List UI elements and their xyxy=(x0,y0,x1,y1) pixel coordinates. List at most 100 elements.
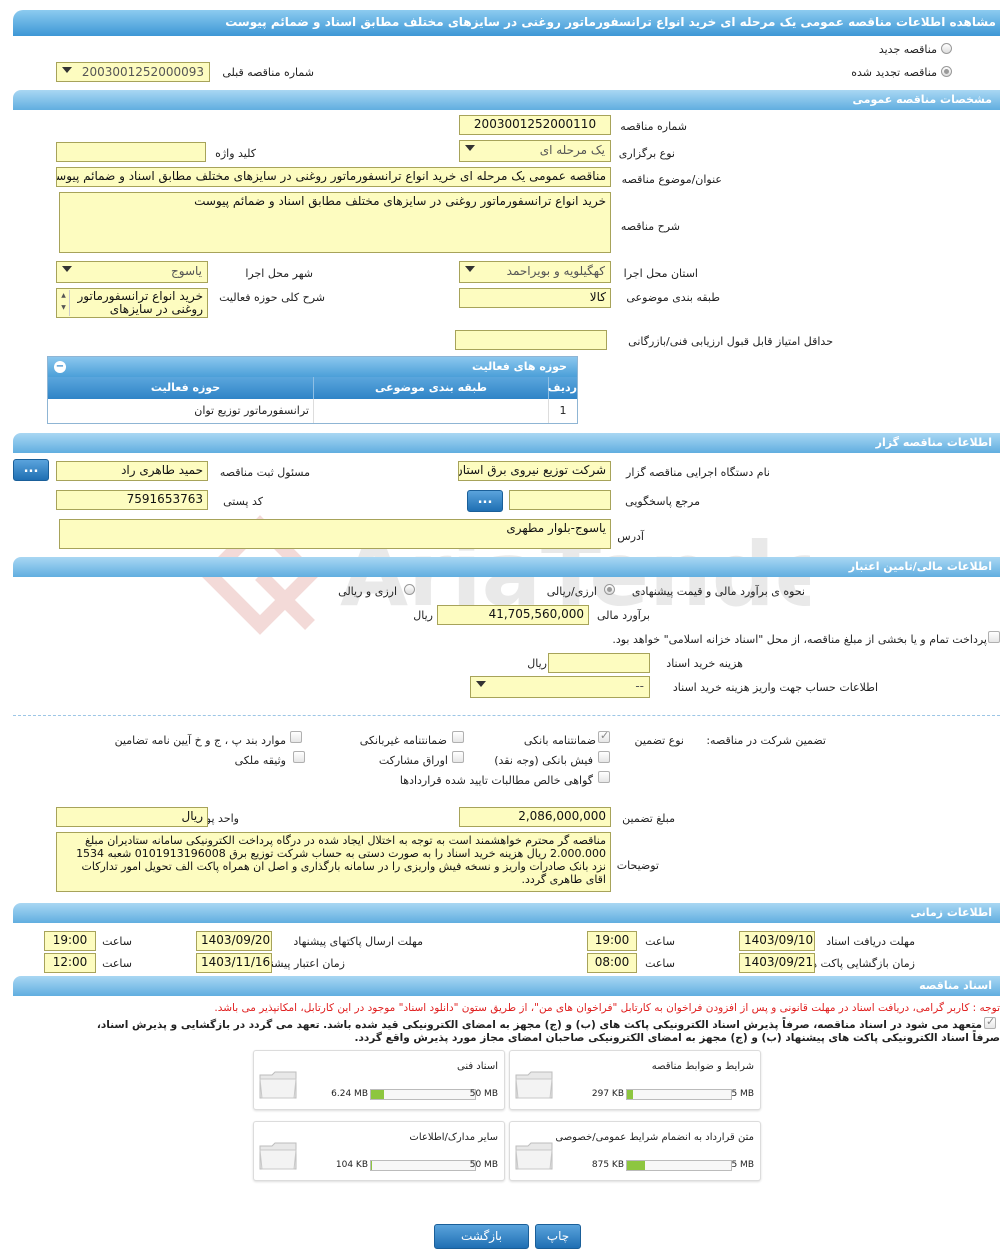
chk-property[interactable] xyxy=(293,751,305,763)
label-new-tender: مناقصه جدید xyxy=(878,43,937,56)
label-holding-type: نوع برگزاری xyxy=(618,147,675,160)
validity-time[interactable]: 12:00 xyxy=(44,953,96,973)
page-title: مشاهده اطلاعات مناقصه عمومی یک مرحله ای … xyxy=(13,10,1000,36)
description-field[interactable]: خرید انواع ترانسفورماتور روغنی در سایزها… xyxy=(59,192,611,253)
commit-checkbox[interactable] xyxy=(984,1015,996,1029)
label-notes: توضیحات xyxy=(616,859,659,872)
label-time-4: ساعت xyxy=(102,957,132,970)
section-timing: اطلاعات زمانی xyxy=(13,903,1000,923)
label-estimate-method: نحوه ی برآورد مالی و قیمت پیشنهادی xyxy=(631,585,805,598)
treasury-checkbox[interactable] xyxy=(988,631,1000,643)
validity-date[interactable]: 1403/11/16 xyxy=(196,953,272,973)
chk-cash[interactable] xyxy=(598,751,610,763)
label-account: اطلاعات حساب جهت واریز هزینه خرید اسناد xyxy=(672,681,878,694)
radio-new-tender[interactable] xyxy=(941,43,952,54)
open-time[interactable]: 08:00 xyxy=(587,953,637,973)
registrar-field[interactable]: حمید طاهری راد xyxy=(56,461,208,481)
collapse-icon[interactable]: − xyxy=(54,361,66,373)
table-row: 1 ترانسفورماتور توزیع توان xyxy=(48,399,577,423)
province-select[interactable]: کهگیلویه و بویراحمد xyxy=(459,261,611,283)
chk-receivables[interactable] xyxy=(598,771,610,783)
print-button[interactable]: چاپ xyxy=(535,1224,581,1249)
activity-grid-header: ردیف طبقه بندی موضوعی حوزه فعالیت xyxy=(48,377,577,399)
label-currency: ریال xyxy=(413,609,433,622)
reference-lookup-button[interactable]: ... xyxy=(467,490,503,512)
radio-rial[interactable] xyxy=(604,584,615,595)
file-size-max: 50 MB xyxy=(469,1089,498,1099)
label-renewed-tender: مناقصه تجدید شده xyxy=(851,66,937,79)
label-tender-number: شماره مناقصه xyxy=(620,120,687,133)
holding-type-select[interactable]: یک مرحله ای xyxy=(459,140,611,162)
label-doc-fee: هزینه خرید اسناد xyxy=(666,657,743,670)
registrar-lookup-button[interactable]: ... xyxy=(13,459,49,481)
open-date[interactable]: 1403/09/21 xyxy=(739,953,815,973)
subject-field[interactable]: مناقصه عمومی یک مرحله ای خرید انواع تران… xyxy=(56,167,611,187)
activity-grid-title: حوزه های فعالیت xyxy=(48,357,577,377)
file-box-technical[interactable]: اسناد فنی 6.24 MB 50 MB xyxy=(253,1050,505,1110)
amount-field[interactable]: 2,086,000,000 xyxy=(459,807,611,827)
section-documents: اسناد مناقصه xyxy=(13,976,1000,996)
scroll-arrows-icon[interactable]: ▲ ▼ xyxy=(58,290,70,316)
label-organizer: نام دستگاه اجرایی مناقصه گزار xyxy=(626,466,770,479)
doc-receive-date[interactable]: 1403/09/10 xyxy=(739,931,815,951)
label-keyword: کلید واژه xyxy=(215,147,256,160)
section-organizer: اطلاعات مناقصه گزار xyxy=(13,433,1000,453)
file-box-conditions[interactable]: شرایط و ضوابط مناقصه 297 KB 5 MB xyxy=(509,1050,761,1110)
label-postal: کد پستی xyxy=(223,495,263,508)
documents-note: توجه : کاربر گرامی، دریافت اسناد در مهلت… xyxy=(214,1002,1000,1014)
radio-renewed-tender[interactable] xyxy=(941,66,952,77)
chevron-down-icon xyxy=(476,681,486,687)
radio-fx-rial[interactable] xyxy=(404,584,415,595)
tender-number-field[interactable]: 2003001252000110 xyxy=(459,115,611,135)
chevron-down-icon xyxy=(62,67,72,73)
file-title: اسناد فنی xyxy=(457,1061,498,1072)
label-scope: شرح کلی حوزه فعالیت xyxy=(219,291,325,304)
cell-category xyxy=(313,399,548,423)
chevron-down-icon xyxy=(62,266,72,272)
label-estimate: برآورد مالی xyxy=(597,609,650,622)
chk-articles[interactable] xyxy=(290,731,302,743)
unit-field[interactable]: ریال xyxy=(56,807,208,827)
min-score-field[interactable] xyxy=(455,330,607,350)
city-select[interactable]: یاسوج xyxy=(56,261,208,283)
chk-bonds[interactable] xyxy=(452,751,464,763)
label-guarantee-type: نوع تضمین xyxy=(634,734,684,747)
section-general: مشخصات مناقصه عمومی xyxy=(13,90,1000,110)
notes-field[interactable]: مناقصه گر محترم خواهشمند است به توجه به … xyxy=(56,832,611,892)
postal-field[interactable]: 7591653763 xyxy=(56,490,208,510)
file-progress-bar xyxy=(370,1160,476,1171)
file-size-max: 50 MB xyxy=(469,1160,498,1170)
label-open: زمان بازگشایی پاکت ها xyxy=(807,957,915,970)
file-progress-fill xyxy=(627,1090,634,1099)
commit-line-2: صرفاً اسناد الکترونیکی پاکت های پیشنهاد … xyxy=(354,1032,1000,1044)
organizer-field[interactable]: شرکت توزیع نیروی برق استان xyxy=(458,461,611,481)
reference-field[interactable] xyxy=(509,490,611,510)
folder-icon xyxy=(259,1142,297,1170)
file-size-used: 875 KB xyxy=(591,1160,624,1170)
file-title: سایر مدارک/اطلاعات xyxy=(409,1132,498,1143)
file-box-other[interactable]: سایر مدارک/اطلاعات 104 KB 50 MB xyxy=(253,1121,505,1181)
scope-field[interactable]: خرید انواع ترانسفورماتور روغنی در سایزها… xyxy=(56,288,208,318)
category-field[interactable]: کالا xyxy=(459,288,611,308)
label-bonds: اوراق مشارکت xyxy=(378,754,448,767)
label-fx-rial: ارزی و ریالی xyxy=(338,585,397,598)
cell-field: ترانسفورماتور توزیع توان xyxy=(194,404,309,417)
file-box-contract[interactable]: متن قرارداد به انضمام شرایط عمومی/خصوصی … xyxy=(509,1121,761,1181)
doc-receive-time[interactable]: 19:00 xyxy=(587,931,637,951)
back-button[interactable]: بازگشت xyxy=(434,1224,529,1249)
label-doc-receive: مهلت دریافت اسناد xyxy=(826,935,915,948)
file-progress-bar xyxy=(626,1160,732,1171)
send-date[interactable]: 1403/09/20 xyxy=(196,931,272,951)
label-amount: مبلغ تضمین xyxy=(622,812,675,825)
keyword-field[interactable] xyxy=(56,142,206,162)
account-select[interactable]: -- xyxy=(470,676,650,698)
label-description: شرح مناقصه xyxy=(620,220,680,233)
doc-fee-field[interactable] xyxy=(548,653,650,673)
address-field[interactable]: یاسوج-بلوار مطهری xyxy=(59,519,611,549)
prev-number-select[interactable]: 2003001252000093 xyxy=(56,62,210,82)
estimate-field[interactable]: 41,705,560,000 xyxy=(437,605,589,625)
col-field: حوزه فعالیت xyxy=(150,381,221,394)
chk-nonbank-guarantee[interactable] xyxy=(452,731,464,743)
send-time[interactable]: 19:00 xyxy=(44,931,96,951)
chk-bank-guarantee[interactable] xyxy=(598,729,610,743)
